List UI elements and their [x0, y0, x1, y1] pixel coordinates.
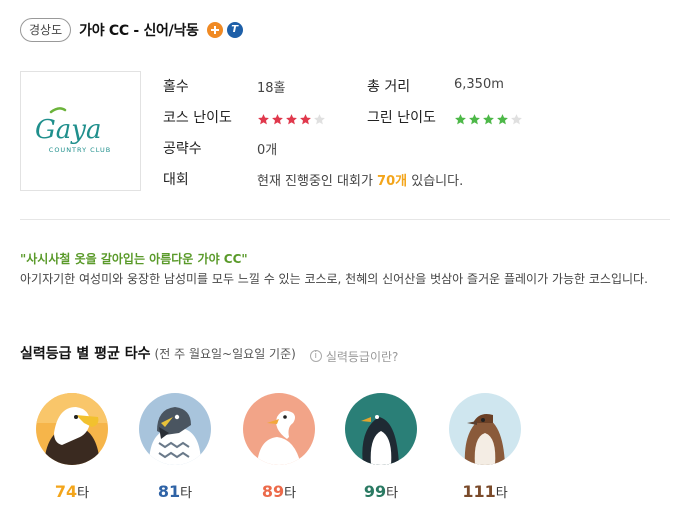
info-icon: i	[309, 350, 322, 362]
level-sparrow[interactable]: 111타	[449, 393, 521, 501]
level-score: 74타	[36, 482, 108, 501]
tips-label: 공략수	[163, 141, 202, 157]
star-filled-icon	[469, 114, 480, 125]
skill-title: 실력등급 별 평균 타수	[20, 346, 151, 362]
section-divider	[20, 219, 670, 220]
star-filled-icon	[455, 114, 466, 125]
score-eagle: 74	[54, 482, 78, 501]
score-unit: 타	[386, 486, 399, 501]
distance-label: 총 거리	[367, 79, 411, 95]
star-filled-icon	[483, 114, 494, 125]
score-swan: 89	[261, 482, 285, 501]
plus-badge-icon	[206, 22, 223, 38]
tournament-suffix: 있습니다.	[407, 174, 464, 189]
holes-value: 18홀	[257, 81, 286, 96]
region-badge[interactable]: 경상도	[20, 18, 72, 42]
star-empty-icon	[511, 114, 522, 125]
falcon-icon	[139, 393, 211, 465]
t-badge-icon: T	[226, 22, 243, 38]
level-penguin[interactable]: 99타	[345, 393, 417, 501]
star-filled-icon	[286, 114, 297, 125]
score-unit: 타	[495, 486, 508, 501]
distance-value: 6,350m	[454, 77, 504, 92]
level-score: 99타	[345, 482, 417, 501]
level-eagle[interactable]: 74타	[36, 393, 108, 501]
course-header: 경상도 가야 CC - 신어/낙동 T	[20, 18, 243, 42]
course-difficulty-label: 코스 난이도	[163, 110, 232, 126]
score-unit: 타	[180, 486, 193, 501]
score-falcon: 81	[157, 482, 181, 501]
score-penguin: 99	[363, 482, 387, 501]
sparrow-icon	[449, 393, 521, 465]
course-logo: Gaya COUNTRY CLUB	[20, 71, 141, 191]
skill-subtitle: (전 주 월요일~일요일 기준)	[154, 347, 296, 361]
star-filled-icon	[497, 114, 508, 125]
score-unit: 타	[284, 486, 297, 501]
level-score: 89타	[243, 482, 315, 501]
swan-icon	[243, 393, 315, 465]
gaya-logo-icon: Gaya COUNTRY CLUB	[35, 107, 111, 154]
holes-label: 홀수	[163, 79, 189, 95]
level-score: 111타	[449, 482, 521, 501]
course-title: 가야 CC - 신어/낙동	[79, 23, 199, 39]
green-difficulty-label: 그린 난이도	[367, 110, 436, 126]
course-difficulty-stars	[257, 113, 326, 126]
skill-help-link[interactable]: i 실력등급이란?	[309, 348, 399, 365]
logo-subtitle: COUNTRY CLUB	[49, 146, 111, 154]
course-quote: "사시사철 옷을 갈아입는 아름다운 가야 CC"	[20, 252, 248, 266]
star-filled-icon	[272, 114, 283, 125]
green-difficulty-stars	[454, 113, 523, 126]
level-swan[interactable]: 89타	[243, 393, 315, 501]
score-unit: 타	[77, 486, 90, 501]
star-filled-icon	[300, 114, 311, 125]
level-score: 81타	[139, 482, 211, 501]
star-filled-icon	[258, 114, 269, 125]
score-sparrow: 111	[462, 482, 496, 501]
level-falcon[interactable]: 81타	[139, 393, 211, 501]
skill-section-title: 실력등급 별 평균 타수 (전 주 월요일~일요일 기준) i 실력등급이란?	[20, 343, 398, 365]
logo-brand: Gaya	[35, 115, 101, 145]
course-description: 아기자기한 여성미와 웅장한 남성미를 모두 느낄 수 있는 코스로, 천혜의 …	[20, 272, 648, 286]
tournament-count[interactable]: 70개	[377, 174, 407, 189]
tournament-text: 현재 진행중인 대회가 70개 있습니다.	[257, 170, 463, 189]
skill-help-text: 실력등급이란?	[325, 349, 399, 364]
tournament-prefix: 현재 진행중인 대회가	[257, 174, 378, 189]
penguin-icon	[345, 393, 417, 465]
tournament-label: 대회	[163, 172, 189, 188]
tips-value[interactable]: 0개	[257, 139, 277, 158]
star-empty-icon	[314, 114, 325, 125]
eagle-icon	[36, 393, 108, 465]
